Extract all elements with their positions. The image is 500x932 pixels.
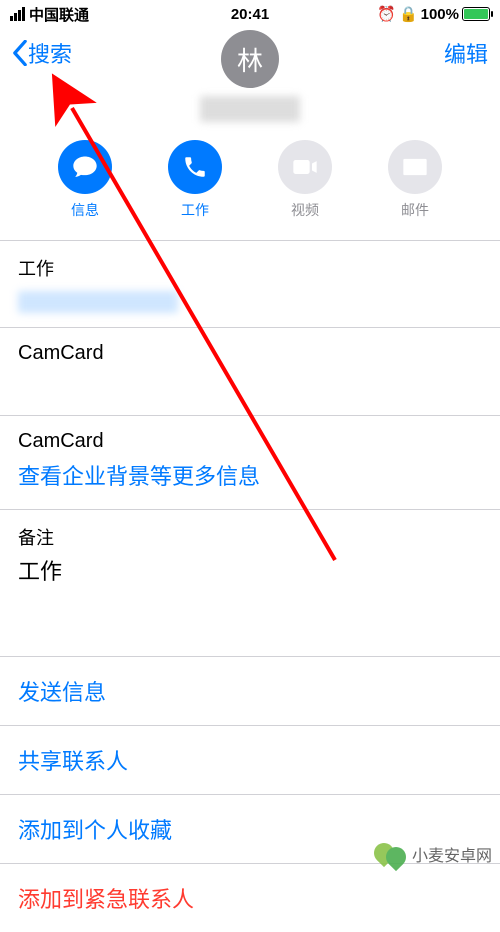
- battery-icon: [462, 7, 490, 21]
- camcard-label-1: CamCard: [18, 342, 104, 364]
- back-label: 搜索: [28, 37, 72, 69]
- add-emergency-row[interactable]: 添加到紧急联系人: [0, 863, 500, 932]
- status-time: 20:41: [231, 6, 269, 23]
- contact-name-redacted: [200, 96, 300, 122]
- action-call[interactable]: 工作: [168, 140, 222, 220]
- action-video[interactable]: 视频: [278, 140, 332, 220]
- notes-label: 备注: [18, 524, 482, 550]
- back-button[interactable]: 搜索: [12, 37, 72, 69]
- camcard-section-1[interactable]: CamCard: [0, 327, 500, 415]
- chevron-left-icon: [12, 40, 28, 66]
- watermark-text: 小麦安卓网: [412, 842, 492, 866]
- phone-icon: [168, 140, 222, 194]
- camcard-label-2: CamCard: [18, 430, 482, 453]
- message-icon: [58, 140, 112, 194]
- work-label: 工作: [18, 255, 482, 281]
- work-value-redacted: [18, 291, 178, 313]
- action-video-label: 视频: [291, 200, 319, 220]
- carrier-label: 中国联通: [29, 4, 89, 25]
- battery-pct: 100%: [421, 6, 459, 23]
- avatar-wrap: 林: [221, 30, 279, 88]
- watermark-logo-icon: [374, 837, 408, 871]
- action-call-label: 工作: [181, 200, 209, 220]
- camcard-section-2: CamCard 查看企业背景等更多信息: [0, 415, 500, 509]
- contact-name-area: [0, 96, 500, 126]
- watermark: 小麦安卓网: [374, 837, 492, 871]
- share-contact-row[interactable]: 共享联系人: [0, 725, 500, 794]
- notes-section[interactable]: 备注 工作: [0, 509, 500, 656]
- signal-icon: [10, 7, 25, 21]
- action-row: 信息 工作 视频 邮件: [0, 126, 500, 240]
- action-message[interactable]: 信息: [58, 140, 112, 220]
- notes-value: 工作: [18, 554, 482, 586]
- send-message-row[interactable]: 发送信息: [0, 656, 500, 725]
- alarm-icon: ⏰: [377, 5, 396, 23]
- status-right: ⏰ 🔒 100%: [377, 5, 490, 23]
- status-left: 中国联通: [10, 4, 89, 25]
- edit-button[interactable]: 编辑: [444, 37, 488, 69]
- status-bar: 中国联通 20:41 ⏰ 🔒 100%: [0, 0, 500, 28]
- camcard-more-info-link[interactable]: 查看企业背景等更多信息: [18, 459, 482, 491]
- mail-icon: [388, 140, 442, 194]
- work-section[interactable]: 工作: [0, 240, 500, 327]
- orientation-lock-icon: 🔒: [399, 5, 418, 23]
- action-mail-label: 邮件: [401, 200, 429, 220]
- video-icon: [278, 140, 332, 194]
- avatar[interactable]: 林: [221, 30, 279, 88]
- action-mail[interactable]: 邮件: [388, 140, 442, 220]
- action-message-label: 信息: [71, 200, 99, 220]
